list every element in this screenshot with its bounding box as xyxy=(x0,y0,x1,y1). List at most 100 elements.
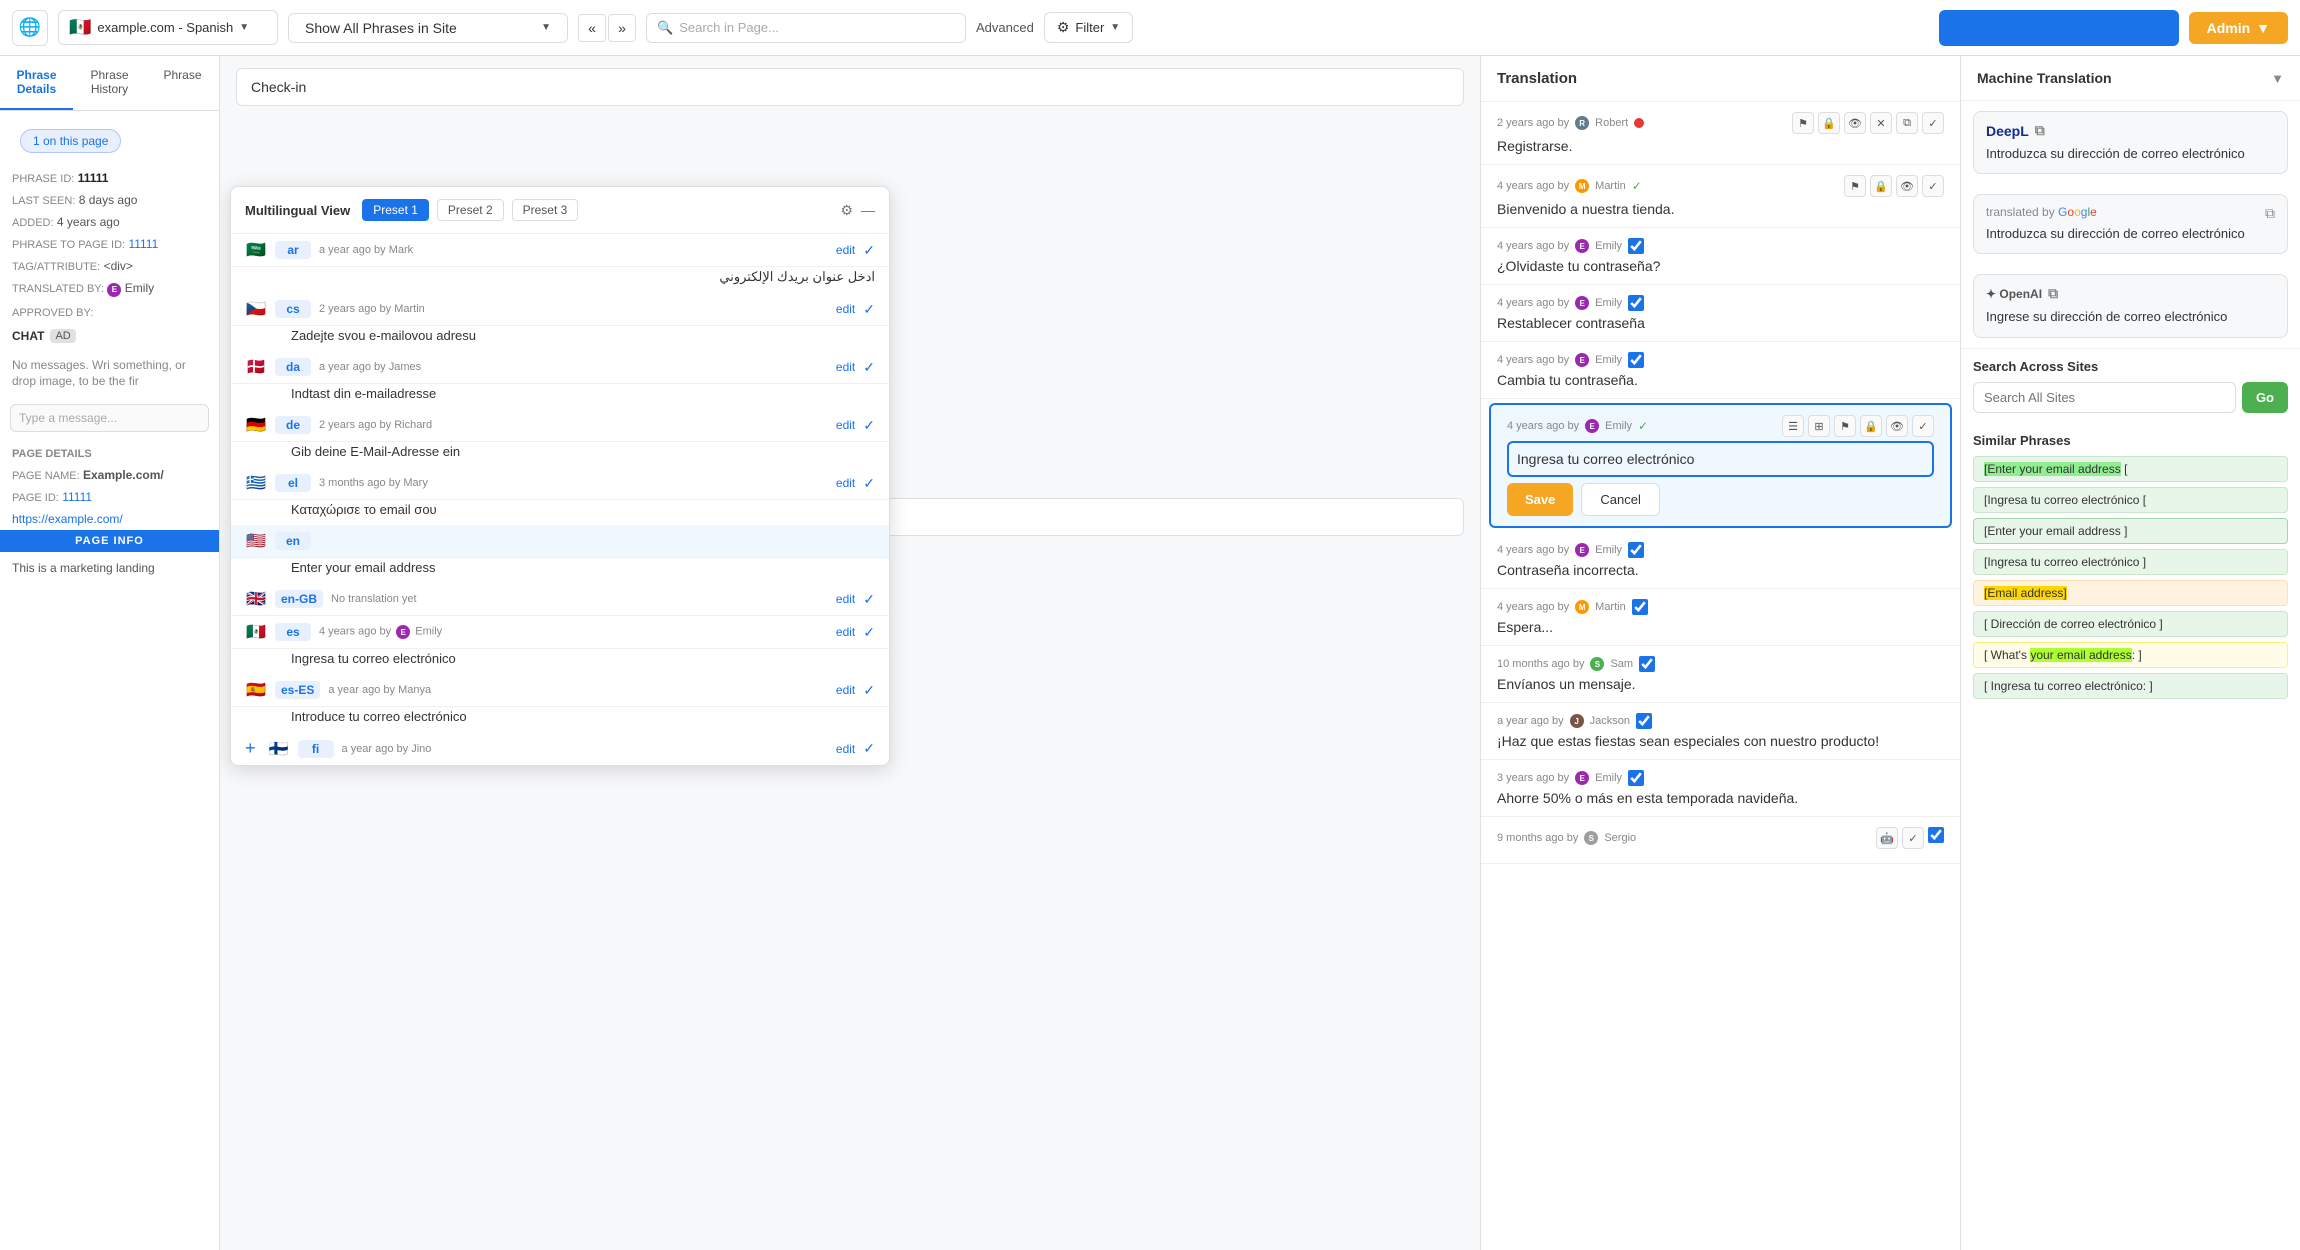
trans-check-3[interactable] xyxy=(1628,295,1644,311)
tab-phrase-history[interactable]: Phrase History xyxy=(73,56,146,110)
translation-title: Translation xyxy=(1497,70,1577,87)
minimize-icon[interactable]: — xyxy=(861,202,875,218)
lang-check-da: ✓ xyxy=(863,359,875,376)
trans-check2-btn-1[interactable]: ✓ xyxy=(1922,175,1944,197)
lang-edit-de[interactable]: edit xyxy=(836,418,855,432)
trans-check-7[interactable] xyxy=(1632,599,1648,615)
search-sites-input[interactable] xyxy=(1973,382,2236,413)
trans-check-icon-11[interactable]: ✓ xyxy=(1902,827,1924,849)
similar-item-4[interactable]: [Email address] xyxy=(1973,580,2288,606)
lang-edit-fi[interactable]: edit xyxy=(836,742,855,756)
trans-eye-btn-5[interactable]: 👁 xyxy=(1886,415,1908,437)
trans-flag-btn-5[interactable]: ⚑ xyxy=(1834,415,1856,437)
tab-phrase[interactable]: Phrase xyxy=(146,56,219,110)
trans-check-8[interactable] xyxy=(1639,656,1655,672)
trans-author-11: Sergio xyxy=(1604,832,1636,844)
trans-author-4: Emily xyxy=(1595,354,1622,366)
search-sites-go-button[interactable]: Go xyxy=(2242,382,2288,413)
trans-check-6[interactable] xyxy=(1628,542,1644,558)
nav-next-icon[interactable]: » xyxy=(608,14,636,42)
similar-item-5[interactable]: [ Dirección de correo electrónico ] xyxy=(1973,611,2288,637)
trans-text-7: Espera... xyxy=(1497,619,1944,635)
similar-item-7[interactable]: [ Ingresa tu correo electrónico: ] xyxy=(1973,673,2288,699)
gear-icon[interactable]: ⚙ xyxy=(840,202,853,219)
search-bar[interactable]: 🔍 Search in Page... xyxy=(646,13,966,43)
trans-avatar-10: E xyxy=(1575,771,1589,785)
similar-item-1[interactable]: [Ingresa tu correo electrónico [ xyxy=(1973,487,2288,513)
approved-by-label: APPROVED BY: xyxy=(12,307,93,319)
openai-copy-icon[interactable]: ⧉ xyxy=(2048,285,2058,302)
google-provider: translated by Google ⧉ Introduzca su dir… xyxy=(1973,194,2288,254)
on-this-page-badge[interactable]: 1 on this page xyxy=(20,129,121,153)
right-collapse-icon[interactable]: ▼ xyxy=(2271,71,2284,86)
trans-copy-btn-0[interactable]: ⧉ xyxy=(1896,112,1918,134)
tab-phrase-details[interactable]: Phrase Details xyxy=(0,56,73,110)
preset1-button[interactable]: Preset 1 xyxy=(362,199,429,221)
trans-x-btn-0[interactable]: ✕ xyxy=(1870,112,1892,134)
filter-button[interactable]: ⚙ Filter ▼ xyxy=(1044,12,1133,43)
page-url-link[interactable]: https://example.com/ xyxy=(12,512,123,526)
similar-item-0[interactable]: [Enter your email address [ xyxy=(1973,456,2288,482)
trans-check-10[interactable] xyxy=(1628,770,1644,786)
lang-edit-engb[interactable]: edit xyxy=(836,592,855,606)
deepl-logo-icon: DeepL xyxy=(1986,123,2029,139)
lang-edit-ar[interactable]: edit xyxy=(836,243,855,257)
similar-item-3[interactable]: [Ingresa tu correo electrónico ] xyxy=(1973,549,2288,575)
trans-time-5: 4 years ago by xyxy=(1507,420,1579,432)
added-label: ADDED: xyxy=(12,217,54,229)
trans-list-btn-5[interactable]: ☰ xyxy=(1782,415,1804,437)
trans-lock-btn-5[interactable]: 🔒 xyxy=(1860,415,1882,437)
trans-check-9[interactable] xyxy=(1636,713,1652,729)
show-all-phrases[interactable]: Show All Phrases in Site ▼ xyxy=(288,13,568,43)
phrase-id-label: PHRASE ID: xyxy=(12,173,74,185)
lang-check-el: ✓ xyxy=(863,475,875,492)
trans-bot-icon-11[interactable]: 🤖 xyxy=(1876,827,1898,849)
save-button[interactable]: Save xyxy=(1507,483,1573,516)
google-copy-icon[interactable]: ⧉ xyxy=(2265,205,2275,222)
lang-edit-cs[interactable]: edit xyxy=(836,302,855,316)
similar-item-6[interactable]: [ What's your email address: ] xyxy=(1973,642,2288,668)
lang-edit-eses[interactable]: edit xyxy=(836,683,855,697)
phrase-item-checkin[interactable]: Check-in xyxy=(236,68,1464,106)
preset3-button[interactable]: Preset 3 xyxy=(512,199,579,221)
trans-row-6: 4 years ago by E Emily Contraseña incorr… xyxy=(1481,532,1960,589)
add-fi-icon[interactable]: + xyxy=(245,738,256,759)
deepl-copy-icon[interactable]: ⧉ xyxy=(2035,122,2045,139)
lang-meta-cs: 2 years ago by Martin xyxy=(319,303,828,315)
preset2-button[interactable]: Preset 2 xyxy=(437,199,504,221)
page-id-link[interactable]: 11111 xyxy=(62,490,92,504)
ad-badge: AD xyxy=(50,329,75,343)
cancel-button[interactable]: Cancel xyxy=(1581,483,1659,516)
trans-eye-btn-0[interactable]: 👁 xyxy=(1844,112,1866,134)
trans-eye-btn-1[interactable]: 👁 xyxy=(1896,175,1918,197)
phrase-to-page-link[interactable]: 11111 xyxy=(128,237,158,251)
trans-check-4[interactable] xyxy=(1628,352,1644,368)
trans-lock-btn-0[interactable]: 🔒 xyxy=(1818,112,1840,134)
trans-approve-btn-5[interactable]: ✓ xyxy=(1912,415,1934,437)
phrase-to-page-label: PHRASE TO PAGE ID: xyxy=(12,239,125,251)
lang-edit-da[interactable]: edit xyxy=(836,360,855,374)
site-selector[interactable]: 🇲🇽 example.com - Spanish ▼ xyxy=(58,10,278,45)
trans-grid-btn-5[interactable]: ⊞ xyxy=(1808,415,1830,437)
trans-check-2[interactable] xyxy=(1628,238,1644,254)
admin-button[interactable]: Admin ▼ xyxy=(2189,12,2288,44)
trans-flag-btn-0[interactable]: ⚑ xyxy=(1792,112,1814,134)
lang-code-de: de xyxy=(275,416,311,434)
flag-es: 🇲🇽 xyxy=(245,622,267,642)
lang-edit-es[interactable]: edit xyxy=(836,625,855,639)
trans-text-1: Bienvenido a nuestra tienda. xyxy=(1497,201,1944,217)
trans-text-5[interactable]: Ingresa tu correo electrónico xyxy=(1507,441,1934,477)
trans-check-11[interactable] xyxy=(1928,827,1944,843)
nav-prev-icon[interactable]: « xyxy=(578,14,606,42)
similar-item-2[interactable]: [Enter your email address ] xyxy=(1973,518,2288,544)
advanced-search[interactable]: Advanced xyxy=(976,20,1034,35)
trans-check-btn-0[interactable]: ✓ xyxy=(1922,112,1944,134)
lang-edit-el[interactable]: edit xyxy=(836,476,855,490)
trans-flag-btn-1[interactable]: ⚑ xyxy=(1844,175,1866,197)
trans-avatar-5: E xyxy=(1585,419,1599,433)
app-logo[interactable]: 🌐 xyxy=(12,10,48,46)
highlight-bar xyxy=(1939,10,2179,46)
message-input[interactable]: Type a message... xyxy=(10,404,209,432)
trans-lock-btn-1[interactable]: 🔒 xyxy=(1870,175,1892,197)
machine-translation-title: Machine Translation xyxy=(1977,70,2112,86)
